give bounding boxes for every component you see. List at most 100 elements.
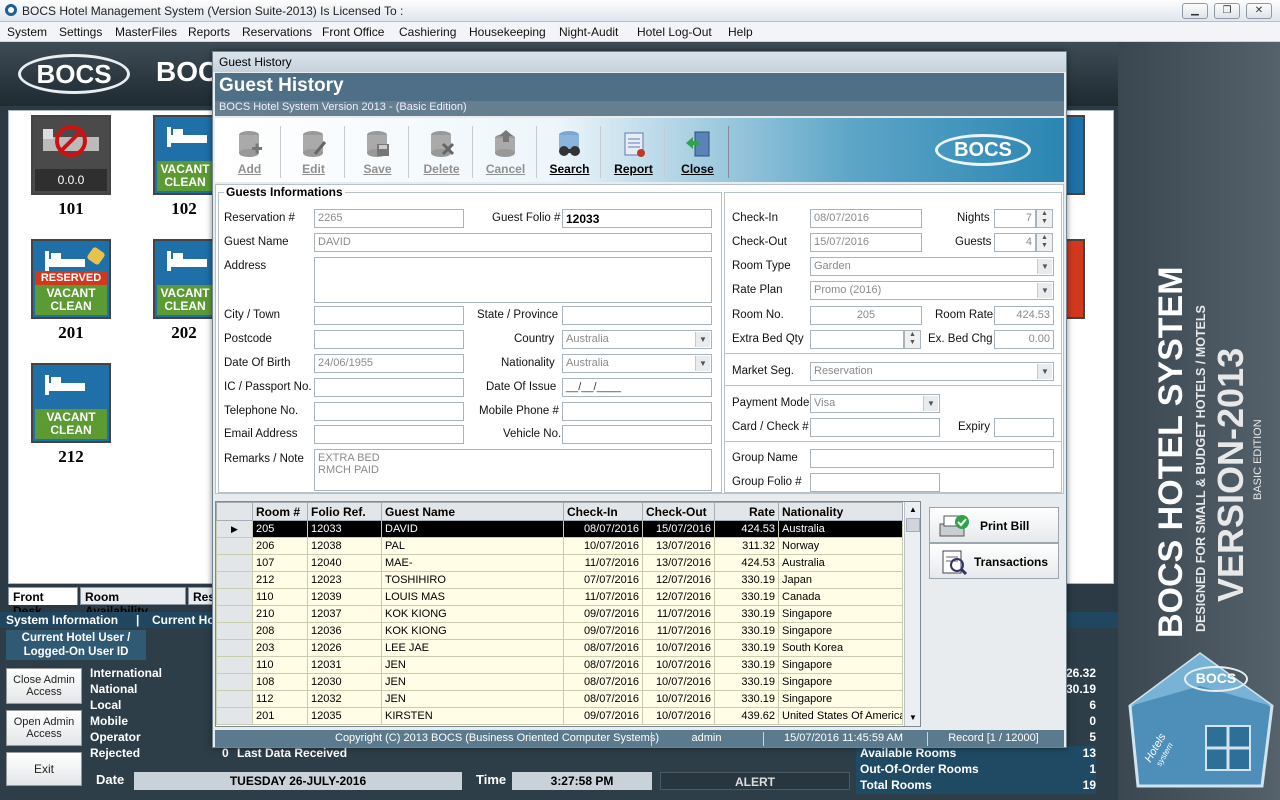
group-folio-field[interactable]	[810, 473, 940, 492]
menu-reports[interactable]: Reports	[188, 25, 230, 39]
extra-bed-qty-field[interactable]	[810, 330, 904, 349]
row-indicator[interactable]	[216, 690, 253, 708]
row-indicator[interactable]	[216, 554, 253, 572]
scroll-thumb[interactable]	[906, 518, 920, 532]
room-tile-201[interactable]: RESERVED VACANT CLEAN	[31, 239, 111, 319]
expiry-field[interactable]	[994, 418, 1054, 437]
market-seg-select[interactable]: Reservation ▼	[810, 362, 1054, 381]
table-row[interactable]: 110 12031 JEN 08/07/2016 10/07/2016 330.19 Sin…	[216, 656, 903, 674]
row-indicator[interactable]	[216, 656, 253, 674]
close-button[interactable]: Close	[667, 126, 729, 178]
email-field[interactable]	[314, 425, 464, 444]
country-select[interactable]: Australia ▼	[562, 330, 712, 349]
nights-field[interactable]: 7	[994, 209, 1036, 228]
menu-reservations[interactable]: Reservations	[242, 25, 312, 39]
close-window-button[interactable]: ✕	[1246, 3, 1272, 19]
table-row[interactable]: 107 12040 MAE- 11/07/2016 13/07/2016 424.53 Au…	[216, 554, 903, 572]
room-tile-212[interactable]: VACANT CLEAN	[31, 363, 111, 443]
chevron-down-icon[interactable]: ▼	[1037, 364, 1052, 379]
chevron-down-icon[interactable]: ▼	[1037, 259, 1052, 274]
menu-cashiering[interactable]: Cashiering	[399, 25, 456, 39]
scroll-down-icon[interactable]: ▼	[905, 710, 920, 726]
col-checkin[interactable]: Check-In	[563, 502, 643, 521]
grid-scrollbar[interactable]: ▲ ▼	[904, 502, 920, 726]
group-name-field[interactable]	[810, 449, 1054, 468]
close-admin-access-button[interactable]: Close Admin Access	[6, 668, 82, 704]
remarks-field[interactable]: EXTRA BED RMCH PAID	[314, 449, 712, 491]
guest-folio-field[interactable]: 12033	[562, 209, 712, 228]
row-indicator[interactable]	[216, 639, 253, 657]
room-tile-101[interactable]: 0.0.0	[31, 115, 111, 195]
scroll-up-icon[interactable]: ▲	[905, 502, 920, 518]
dob-field[interactable]: 24/06/1955	[314, 354, 464, 373]
state-field[interactable]	[562, 306, 712, 325]
nights-stepper[interactable]: ▲ ▼	[1036, 209, 1053, 228]
row-pointer-icon[interactable]: ▶	[216, 520, 253, 538]
row-indicator[interactable]	[216, 707, 253, 725]
table-row[interactable]: 210 12037 KOK KIONG 09/07/2016 11/07/2016 330…	[216, 605, 903, 623]
table-row[interactable]: 110 12039 LOUIS MAS 11/07/2016 12/07/2016 330…	[216, 588, 903, 606]
room-type-select[interactable]: Garden ▼	[810, 257, 1054, 276]
menu-system[interactable]: System	[7, 25, 47, 39]
menu-help[interactable]: Help	[728, 25, 753, 39]
tab-front-desk[interactable]: Front Desk	[8, 587, 78, 618]
postcode-field[interactable]	[314, 330, 464, 349]
checkout-field[interactable]: 15/07/2016	[810, 233, 922, 252]
guests-field[interactable]: 4	[994, 233, 1036, 252]
chevron-down-icon[interactable]: ▼	[923, 396, 938, 411]
room-rate-field[interactable]: 424.53	[994, 306, 1054, 325]
table-row[interactable]: 201 12035 KIRSTEN 09/07/2016 10/07/2016 439.6…	[216, 707, 903, 725]
row-indicator[interactable]	[216, 622, 253, 640]
col-rate[interactable]: Rate	[714, 502, 779, 521]
row-indicator[interactable]	[216, 571, 253, 589]
add-button[interactable]: Add	[219, 126, 281, 178]
col-checkout[interactable]: Check-Out	[642, 502, 715, 521]
checkin-field[interactable]: 08/07/2016	[810, 209, 922, 228]
nationality-select[interactable]: Australia ▼	[562, 354, 712, 373]
save-button[interactable]: Save	[347, 126, 409, 178]
open-admin-access-button[interactable]: Open Admin Access	[6, 710, 82, 746]
col-folio[interactable]: Folio Ref.	[307, 502, 382, 521]
menu-settings[interactable]: Settings	[59, 25, 102, 39]
delete-button[interactable]: Delete	[411, 126, 473, 178]
vehicle-field[interactable]	[562, 425, 712, 444]
payment-mode-select[interactable]: Visa ▼	[810, 394, 940, 413]
room-tile-202[interactable]: VACANT CLEAN	[153, 239, 215, 319]
mobile-field[interactable]	[562, 402, 712, 421]
cancel-button[interactable]: Cancel	[475, 126, 537, 178]
table-row[interactable]: 112 12032 JEN 08/07/2016 10/07/2016 330.19 Sin…	[216, 690, 903, 708]
tab-reservations[interactable]: Res	[188, 587, 214, 605]
city-field[interactable]	[314, 306, 464, 325]
row-indicator[interactable]	[216, 673, 253, 691]
address-field[interactable]	[314, 257, 712, 303]
edit-button[interactable]: Edit	[283, 126, 345, 178]
guests-stepper[interactable]: ▲ ▼	[1036, 233, 1053, 252]
restore-button[interactable]: ❐	[1214, 3, 1240, 19]
menu-hotel-logout[interactable]: Hotel Log-Out	[637, 25, 712, 39]
room-tile-102[interactable]: VACANT CLEAN	[153, 115, 215, 195]
chevron-down-icon[interactable]: ▼	[695, 332, 710, 347]
col-room[interactable]: Room #	[252, 502, 308, 521]
report-button[interactable]: Report	[603, 126, 665, 178]
table-row[interactable]: ▶ 205 12033 DAVID 08/07/2016 15/07/2016 424.53…	[216, 520, 903, 538]
date-of-issue-field[interactable]: __/__/____	[562, 378, 712, 397]
col-nationality[interactable]: Nationality	[778, 502, 903, 521]
table-row[interactable]: 206 12038 PAL 10/07/2016 13/07/2016 311.32 Nor…	[216, 537, 903, 555]
reservation-field[interactable]: 2265	[314, 209, 464, 228]
chevron-down-icon[interactable]: ▼	[695, 356, 710, 371]
menu-night-audit[interactable]: Night-Audit	[559, 25, 618, 39]
minimize-button[interactable]: ▁	[1182, 3, 1208, 19]
ex-bed-chg-field[interactable]: 0.00	[994, 330, 1054, 349]
row-indicator[interactable]	[216, 588, 253, 606]
col-guest-name[interactable]: Guest Name	[381, 502, 564, 521]
table-row[interactable]: 208 12036 KOK KIONG 09/07/2016 11/07/2016 330…	[216, 622, 903, 640]
search-button[interactable]: Search	[539, 126, 601, 178]
exit-button[interactable]: Exit	[6, 752, 82, 786]
ic-passport-field[interactable]	[314, 378, 464, 397]
chevron-down-icon[interactable]: ▼	[1037, 283, 1052, 298]
table-row[interactable]: 108 12030 JEN 08/07/2016 10/07/2016 330.19 Sin…	[216, 673, 903, 691]
room-no-field[interactable]: 205	[810, 306, 922, 325]
telephone-field[interactable]	[314, 402, 464, 421]
transactions-button[interactable]: Transactions	[929, 543, 1059, 579]
row-indicator[interactable]	[216, 605, 253, 623]
